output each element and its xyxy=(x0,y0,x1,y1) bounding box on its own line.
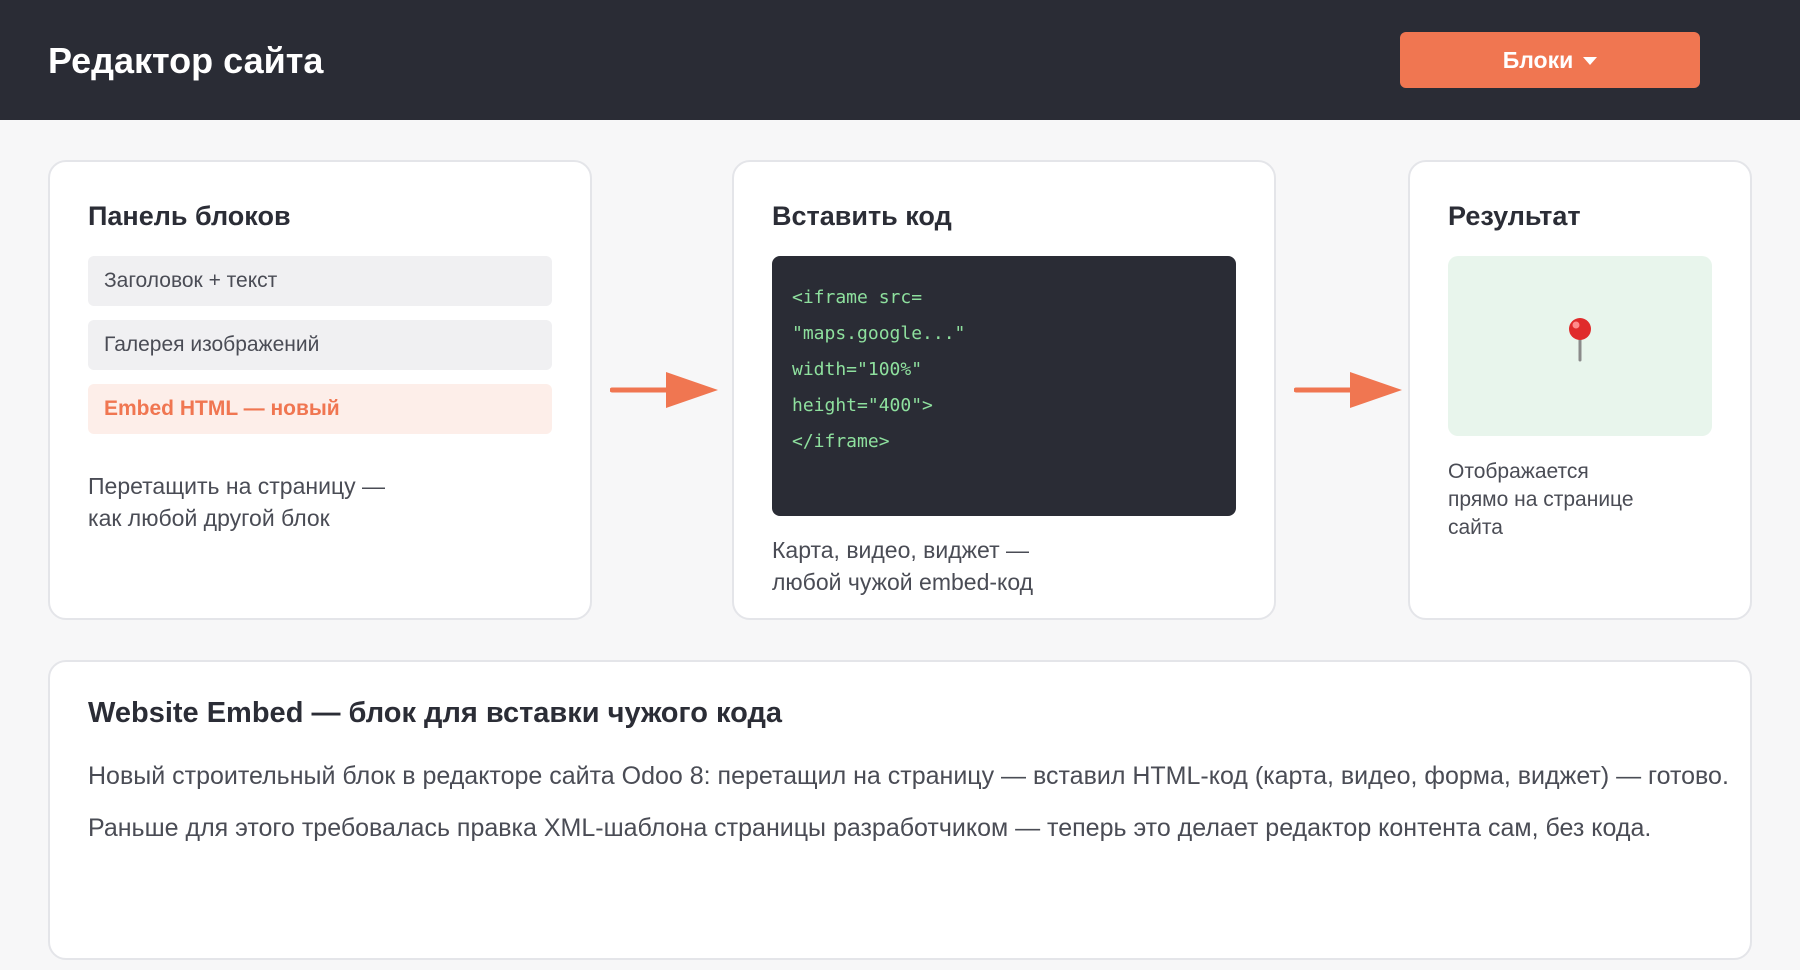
info-card: Website Embed — блок для вставки чужого … xyxy=(48,660,1752,960)
block-item-heading-text[interactable]: Заголовок + текст xyxy=(88,256,552,306)
blocks-panel-title: Панель блоков xyxy=(88,201,291,231)
info-paragraph-1: Новый строительный блок в редакторе сайт… xyxy=(88,762,1729,790)
insert-code-title: Вставить код xyxy=(772,201,952,231)
code-editor[interactable]: <iframe src= "maps.google..." width="100… xyxy=(772,256,1236,516)
code-line: </iframe> xyxy=(792,431,890,452)
insert-code-description-line2: любой чужой embed-код xyxy=(772,569,1034,595)
block-item-image-gallery[interactable]: Галерея изображений xyxy=(88,320,552,370)
result-description-line1: Отображается xyxy=(1448,460,1589,483)
block-item-embed-html[interactable]: Embed HTML — новый xyxy=(88,384,552,434)
code-line: "maps.google..." xyxy=(792,323,966,344)
code-line: width="100%" xyxy=(792,359,923,380)
arrow-right-icon xyxy=(1294,372,1402,408)
map-pin-icon xyxy=(1569,318,1591,362)
info-title: Website Embed — блок для вставки чужого … xyxy=(88,697,782,729)
chevron-down-icon xyxy=(1583,57,1598,65)
blocks-dropdown-button[interactable]: Блоки xyxy=(1400,32,1700,88)
code-line: height="400"> xyxy=(792,395,933,416)
top-bar: Редактор сайта Блоки xyxy=(0,0,1800,120)
result-description-line2: прямо на странице xyxy=(1448,488,1634,511)
code-line: <iframe src= xyxy=(792,287,923,308)
info-paragraph-2: Раньше для этого требовалась правка XML-… xyxy=(88,814,1652,842)
insert-code-description-line1: Карта, видео, виджет — xyxy=(772,537,1029,563)
result-title: Результат xyxy=(1448,201,1581,231)
blocks-panel-description-line2: как любой другой блок xyxy=(88,505,330,531)
result-description-line3: сайта xyxy=(1448,516,1503,539)
insert-code-card: Вставить код <iframe src= "maps.google..… xyxy=(732,160,1276,620)
blocks-panel-description-line1: Перетащить на страницу — xyxy=(88,473,386,499)
map-preview xyxy=(1448,256,1712,436)
arrow-right-icon xyxy=(610,372,718,408)
result-card: Результат Отображается прямо на странице… xyxy=(1408,160,1752,620)
app-title: Редактор сайта xyxy=(48,40,324,81)
blocks-panel-card: Панель блоков Заголовок + текст Галерея … xyxy=(48,160,592,620)
blocks-button-label: Блоки xyxy=(1502,46,1574,73)
